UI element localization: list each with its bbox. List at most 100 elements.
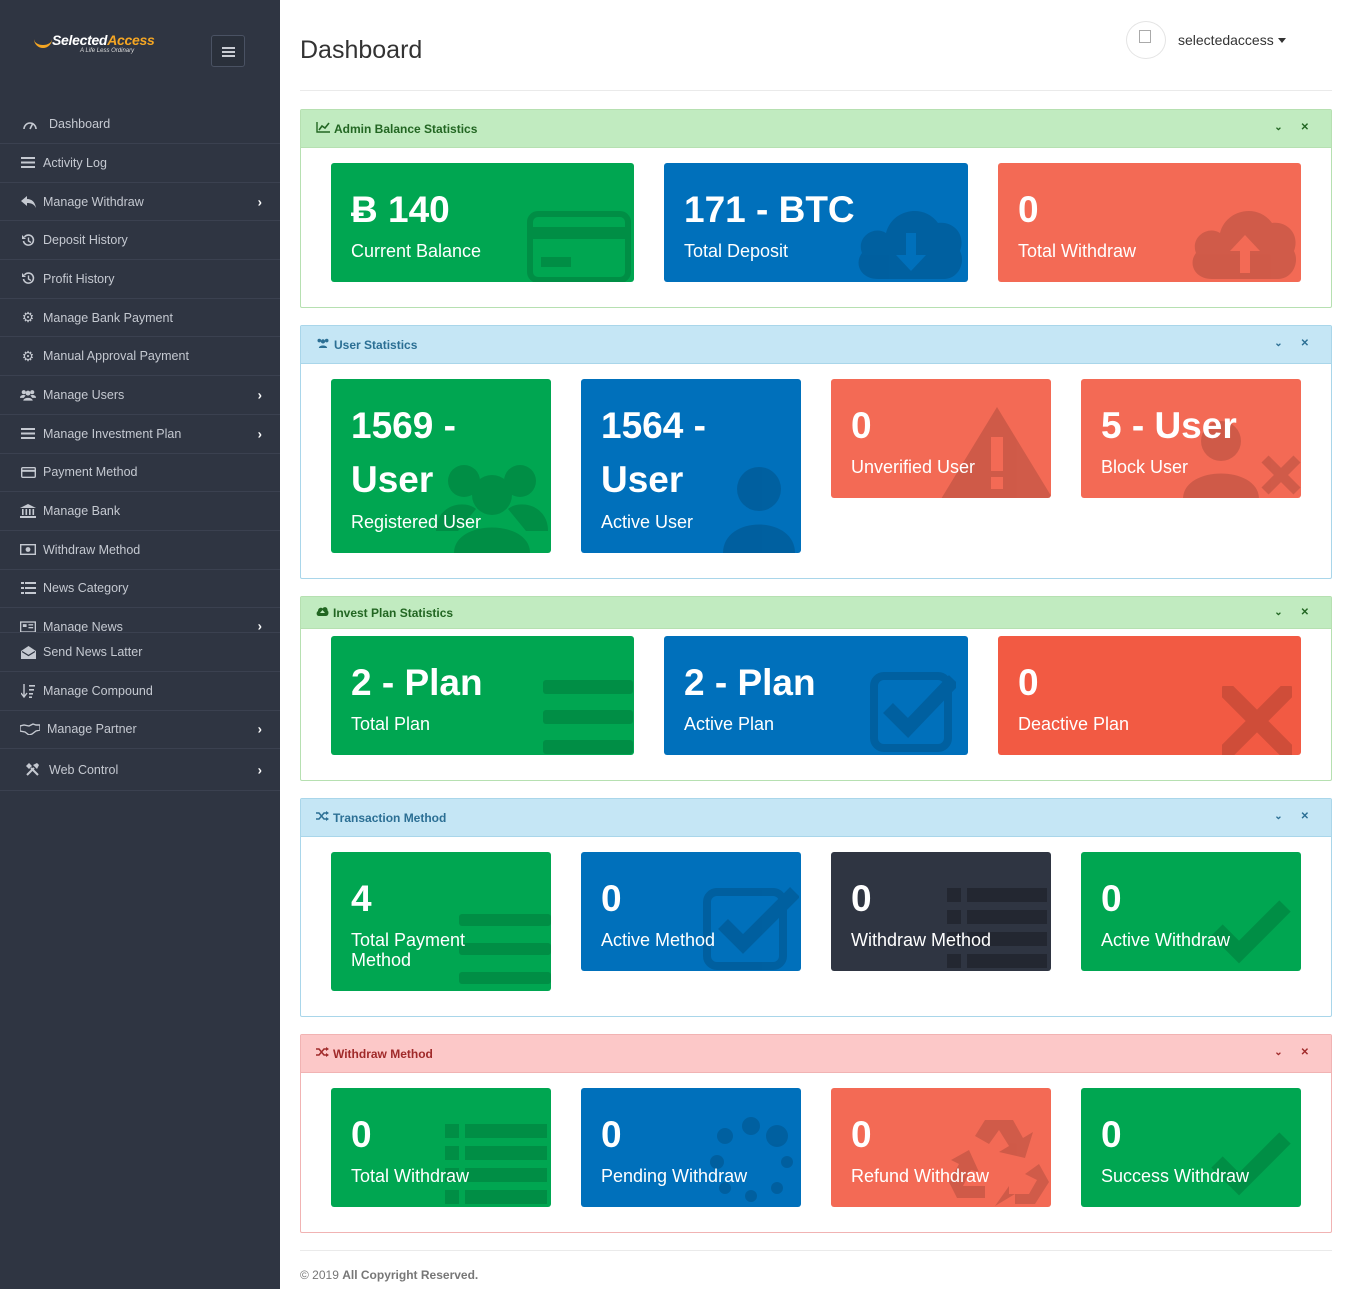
stat-label: Refund Withdraw — [851, 1166, 990, 1186]
sidebar-item-label: News Category — [43, 581, 129, 596]
panel-transaction-method: Transaction Method ⌄ ✕ 4 Total Payment Me… — [300, 798, 1332, 1017]
panel-header: Transaction Method ⌄ ✕ — [301, 799, 1331, 837]
user-menu[interactable]: selectedaccess — [1126, 21, 1286, 59]
stat-card-total-withdraw-list[interactable]: 0 Total Withdraw — [331, 1088, 551, 1207]
sidebar-item-deposit-history[interactable]: Deposit History — [0, 221, 280, 261]
stat-label: Total Plan — [351, 714, 431, 734]
stat-card-active-method[interactable]: 0 Active Method — [581, 852, 801, 971]
stat-value: 4 — [351, 878, 372, 919]
panel-header: Admin Balance Statistics ⌄ ✕ — [301, 110, 1331, 148]
stat-value: 1564 - — [601, 405, 706, 446]
footer-divider — [300, 1250, 1332, 1251]
sidebar-item-label: Payment Method — [43, 465, 138, 480]
stat-value: 2 - Plan — [684, 662, 816, 703]
stat-card-withdraw-method[interactable]: 0 Withdraw Method — [831, 852, 1051, 971]
sidebar-item-manage-bank-payment[interactable]: ⚙ Manage Bank Payment — [0, 299, 280, 338]
close-icon[interactable]: ✕ — [1301, 811, 1309, 822]
panel-title: Invest Plan Statistics — [333, 605, 454, 620]
sidebar-item-manage-users[interactable]: Manage Users › — [0, 376, 280, 415]
stat-card-active-withdraw[interactable]: 0 Active Withdraw — [1081, 852, 1301, 971]
sort-icon — [20, 683, 36, 698]
stat-card-current-balance[interactable]: Ƀ 140 Current Balance — [331, 163, 634, 282]
brand-logo[interactable]: SelectedAccess A Life Less Ordinary — [32, 32, 162, 58]
stat-card-unverified-user[interactable]: 0 Unverified User — [831, 379, 1051, 498]
gear-icon: ⚙ — [21, 347, 35, 364]
sidebar-item-news-category[interactable]: News Category — [0, 570, 280, 609]
stat-card-refund-withdraw[interactable]: 0 Refund Withdraw — [831, 1088, 1051, 1207]
gauge-icon — [22, 117, 38, 131]
stat-card-total-payment-method[interactable]: 4 Total Payment Method — [331, 852, 551, 991]
panel-title: Withdraw Method — [333, 1046, 433, 1061]
username[interactable]: selectedaccess — [1178, 32, 1274, 48]
stat-label: Total Withdraw — [351, 1166, 470, 1186]
panel-withdraw-method: Withdraw Method ⌄ ✕ 0 Total Withdraw 0 Pe… — [300, 1034, 1332, 1233]
avatar[interactable] — [1126, 21, 1166, 59]
sidebar-item-activity-log[interactable]: Activity Log — [0, 144, 280, 183]
stat-label: Active Withdraw — [1101, 930, 1231, 950]
stat-value: 171 - BTC — [684, 189, 855, 230]
random-icon — [316, 811, 329, 824]
sidebar-item-dashboard[interactable]: Dashboard — [0, 104, 280, 144]
sidebar-item-manage-bank[interactable]: Manage Bank — [0, 492, 280, 531]
sidebar-item-manage-partner[interactable]: Manage Partner › — [0, 711, 280, 750]
stat-card-active-plan[interactable]: 2 - Plan Active Plan — [664, 636, 968, 755]
panel-admin-balance: Admin Balance Statistics ⌄ ✕ Ƀ 140 Curren… — [300, 109, 1332, 308]
sidebar-item-label: Manage Users — [43, 387, 125, 402]
stat-value: 1569 - — [351, 405, 456, 446]
sidebar-item-send-news-latter[interactable]: Send News Latter — [0, 633, 280, 672]
stat-card-pending-withdraw[interactable]: 0 Pending Withdraw — [581, 1088, 801, 1207]
sidebar-item-withdraw-method[interactable]: Withdraw Method — [0, 531, 280, 570]
stat-label: Block User — [1101, 457, 1189, 477]
collapse-icon[interactable]: ⌄ — [1274, 1047, 1282, 1058]
sidebar-item-label: Manage Investment Plan — [43, 426, 182, 441]
stat-card-deactive-plan[interactable]: 0 Deactive Plan — [998, 636, 1301, 755]
stat-label: Total Withdraw — [1018, 241, 1137, 261]
stat-card-active-user[interactable]: 1564 - User Active User — [581, 379, 801, 553]
recycle-icon — [949, 1114, 1049, 1207]
stat-card-registered-user[interactable]: 1569 - User Registered User — [331, 379, 551, 553]
brand-name-part2: Access — [107, 32, 155, 48]
sidebar-item-manage-investment-plan[interactable]: Manage Investment Plan › — [0, 415, 280, 454]
stat-card-success-withdraw[interactable]: 0 Success Withdraw — [1081, 1088, 1301, 1207]
sidebar-item-label: Manage News — [43, 620, 123, 634]
close-icon[interactable]: ✕ — [1301, 607, 1309, 618]
users-icon — [20, 388, 36, 402]
close-icon[interactable]: ✕ — [1301, 1047, 1309, 1058]
list-icon — [543, 680, 633, 755]
sidebar-item-manage-withdraw[interactable]: Manage Withdraw › — [0, 183, 280, 222]
stat-card-total-withdraw[interactable]: 0 Total Withdraw — [998, 163, 1301, 282]
close-icon[interactable]: ✕ — [1301, 122, 1309, 133]
collapse-icon[interactable]: ⌄ — [1274, 607, 1282, 618]
gear-icon: ⚙ — [21, 309, 35, 326]
sidebar-item-manual-approval-payment[interactable]: ⚙ Manual Approval Payment — [0, 337, 280, 377]
stat-card-total-plan[interactable]: 2 - Plan Total Plan — [331, 636, 634, 755]
collapse-icon[interactable]: ⌄ — [1274, 122, 1282, 133]
cloud-upload-icon — [1188, 197, 1300, 282]
brand-name-part1: Selected — [52, 32, 108, 48]
stat-label: Method — [351, 950, 412, 970]
spinner-icon — [707, 1116, 795, 1207]
newspaper-icon — [20, 620, 36, 633]
handshake-icon — [20, 722, 40, 736]
caret-down-icon[interactable] — [1277, 37, 1286, 43]
stat-value: User — [351, 459, 434, 500]
sidebar-item-manage-news[interactable]: Manage News › — [0, 608, 280, 634]
sidebar-item-payment-method[interactable]: Payment Method — [0, 454, 280, 493]
stat-value: 0 — [1018, 662, 1039, 703]
sidebar-item-web-control[interactable]: Web Control › — [0, 749, 280, 792]
stat-card-total-deposit[interactable]: 171 - BTC Total Deposit — [664, 163, 968, 282]
panel-user-statistics: User Statistics ⌄ ✕ 1569 - User Registere… — [300, 325, 1332, 579]
menu-toggle-button[interactable] — [211, 35, 245, 67]
stat-label: Success Withdraw — [1101, 1166, 1250, 1186]
sidebar-item-profit-history[interactable]: Profit History — [0, 260, 280, 299]
stat-card-block-user[interactable]: 5 - User Block User — [1081, 379, 1301, 498]
cloud-download-icon — [854, 197, 966, 282]
random-icon — [316, 1047, 329, 1060]
collapse-icon[interactable]: ⌄ — [1274, 811, 1282, 822]
chevron-right-icon: › — [257, 721, 262, 737]
collapse-icon[interactable]: ⌄ — [1274, 338, 1282, 349]
panel-header: Invest Plan Statistics ⌄ ✕ — [301, 597, 1331, 629]
sidebar-item-manage-compound[interactable]: Manage Compound — [0, 672, 280, 711]
credit-card-icon — [20, 465, 36, 479]
close-icon[interactable]: ✕ — [1301, 338, 1309, 349]
